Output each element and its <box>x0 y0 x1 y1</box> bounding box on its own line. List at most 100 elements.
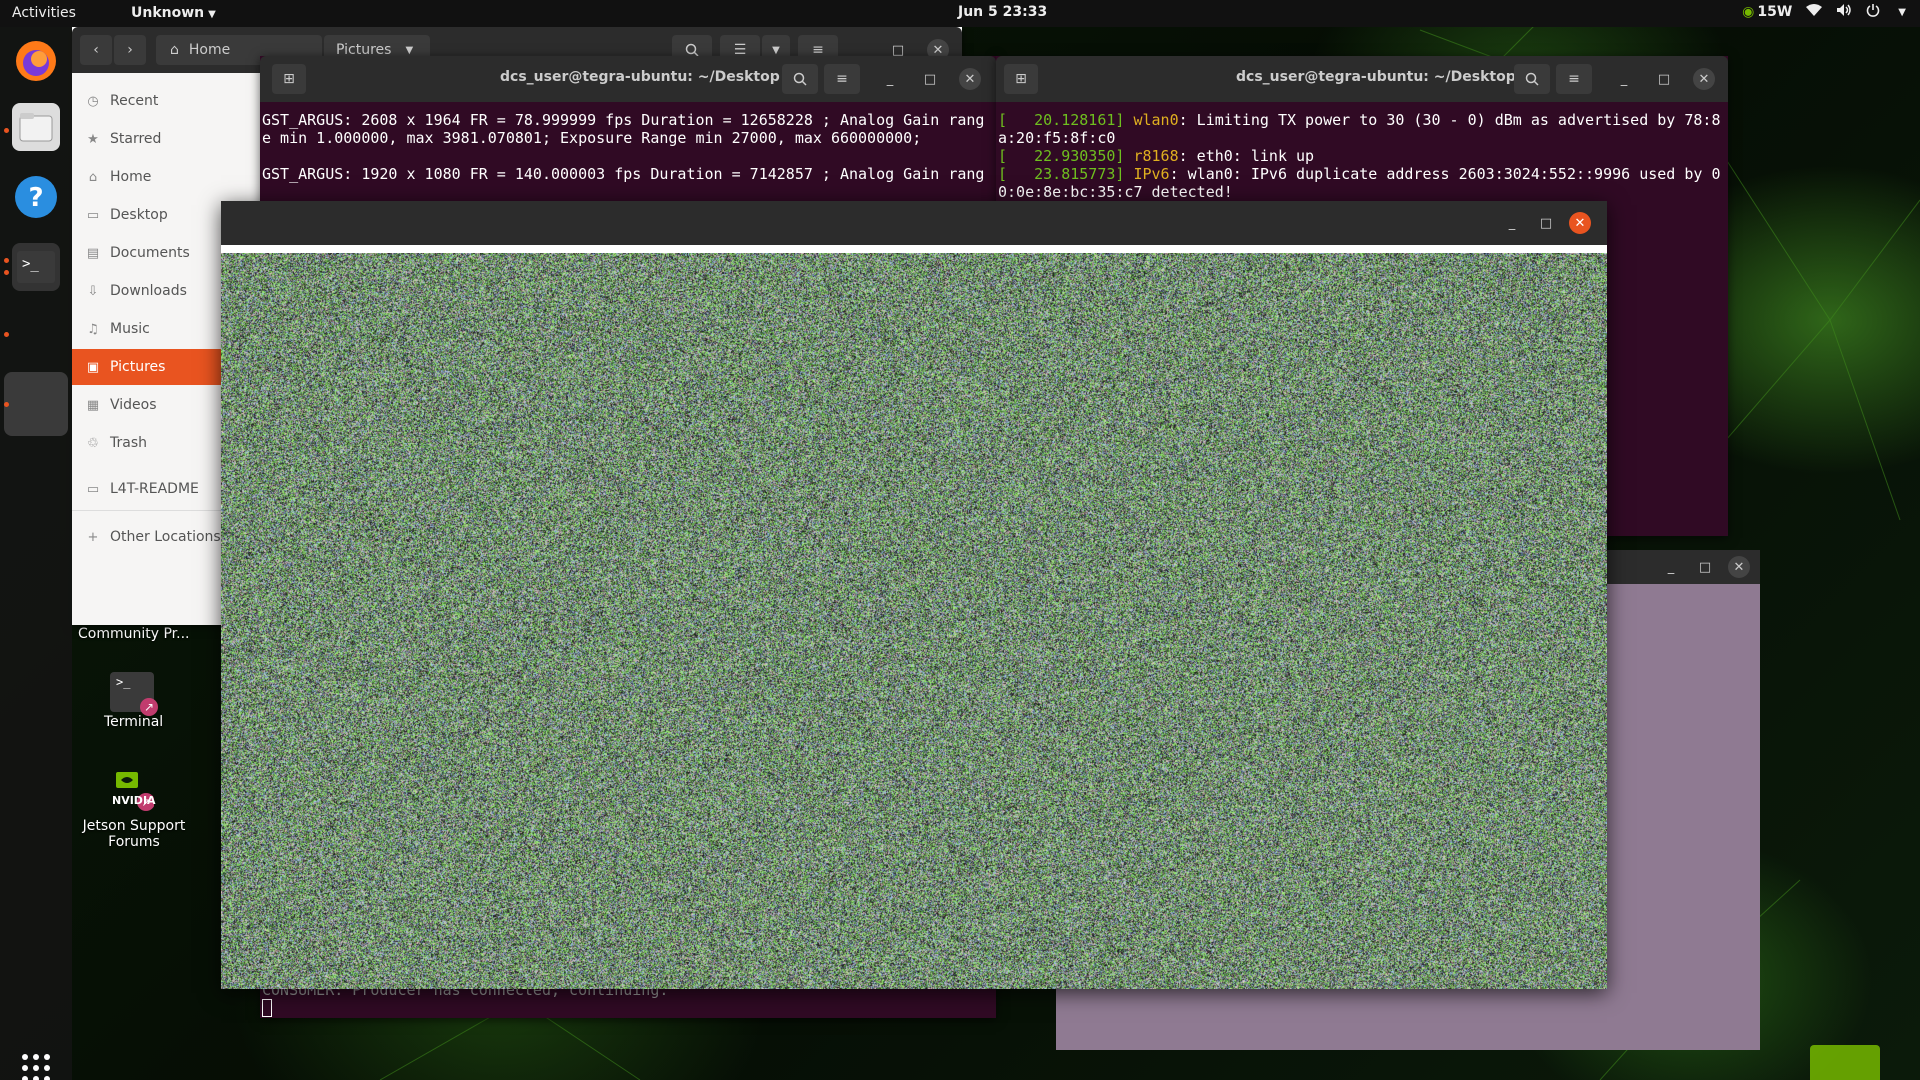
maximize-button[interactable]: □ <box>1653 68 1675 90</box>
terminal-launcher[interactable]: >_ <box>12 243 60 291</box>
new-tab-icon: ⊞ <box>1015 71 1027 87</box>
terminal-line: [ 22.930350] r8168: eth0: link up <box>998 147 1720 165</box>
trash-icon: ♲ <box>86 436 100 451</box>
hamburger-icon: ≡ <box>836 71 848 87</box>
terminal-line: GST_ARGUS: 2608 x 1964 FR = 78.999999 fp… <box>262 111 984 129</box>
back-button[interactable]: ‹ <box>80 35 112 65</box>
running-indicator <box>4 258 9 263</box>
search-button[interactable] <box>782 64 818 94</box>
jetson-label-line1: Jetson Support <box>78 818 190 834</box>
path-home-button[interactable]: Home <box>189 42 230 58</box>
chevron-down-icon: ▼ <box>208 9 216 20</box>
search-button[interactable] <box>1514 64 1550 94</box>
power-indicator[interactable]: ◉ 15W <box>1742 4 1792 20</box>
maximize-button[interactable]: □ <box>1694 556 1716 578</box>
home-icon: ⌂ <box>86 170 100 185</box>
active-app-launcher[interactable] <box>4 372 68 436</box>
log-device: wlan0 <box>1133 111 1178 129</box>
sidebar-item-label: L4T-README <box>110 481 199 497</box>
dock: ? >_ <box>0 27 72 1080</box>
log-timestamp: [ 22.930350] <box>998 147 1133 165</box>
forward-button[interactable]: › <box>114 35 146 65</box>
firefox-launcher[interactable] <box>12 37 60 85</box>
terminal-line: 0:0e:8e:bc:35:c7 detected! <box>998 183 1720 201</box>
terminal-desktop-icon[interactable]: >_ ↗ <box>110 672 154 712</box>
close-button[interactable]: ✕ <box>959 68 981 90</box>
jetson-desktop-label[interactable]: Jetson Support Forums <box>78 818 190 850</box>
community-desktop-icon-label[interactable]: Community Pr... <box>78 626 190 642</box>
power-icon[interactable] <box>1866 3 1880 21</box>
chevron-down-icon[interactable]: ▼ <box>1898 7 1906 18</box>
maximize-button[interactable]: □ <box>1535 212 1557 234</box>
menu-button[interactable]: ≡ <box>1556 64 1592 94</box>
sidebar-item-label: Home <box>110 169 151 185</box>
terminal-icon: >_ <box>17 251 55 283</box>
terminal-headerbar: ⊞ dcs_user@tegra-ubuntu: ~/Desktop ≡ _ □… <box>260 56 996 102</box>
power-label: 15W <box>1757 4 1792 20</box>
log-message: : Limiting TX power to 30 (30 - 0) dBm a… <box>1179 111 1721 129</box>
terminal-desktop-label[interactable]: Terminal <box>104 714 163 730</box>
plus-icon: + <box>86 530 100 545</box>
clock[interactable]: Jun 5 23:33 <box>958 4 1047 20</box>
app-menu[interactable]: Unknown ▼ <box>131 5 216 21</box>
sidebar-item-label: Recent <box>110 93 158 109</box>
folder-icon <box>19 112 53 142</box>
terminal-line: a:20:f5:8f:c0 <box>998 129 1720 147</box>
minimize-button[interactable]: _ <box>1660 556 1682 578</box>
sidebar-item-label: Starred <box>110 131 161 147</box>
files-launcher[interactable] <box>12 103 60 151</box>
log-message: : wlan0: IPv6 duplicate address 2603:302… <box>1170 165 1721 183</box>
minimize-button[interactable]: _ <box>1501 212 1523 234</box>
terminal-line: GST_ARGUS: 1920 x 1080 FR = 140.000003 f… <box>262 165 984 183</box>
download-icon: ⇩ <box>86 284 100 299</box>
log-device: IPv6 <box>1133 165 1169 183</box>
terminal-prompt-icon: >_ <box>116 675 130 689</box>
close-button[interactable]: ✕ <box>1693 68 1715 90</box>
running-indicator <box>4 332 9 337</box>
close-button[interactable]: ✕ <box>1569 212 1591 234</box>
new-tab-button[interactable]: ⊞ <box>272 64 306 94</box>
help-launcher[interactable]: ? <box>12 173 60 221</box>
nvidia-desktop-icon[interactable]: ↗ NVIDIA <box>110 770 154 814</box>
minimize-button[interactable]: _ <box>879 68 901 90</box>
close-button[interactable]: ✕ <box>1728 556 1750 578</box>
wifi-icon[interactable] <box>1806 3 1822 21</box>
volume-icon[interactable] <box>1836 3 1852 21</box>
firefox-icon <box>14 39 58 83</box>
system-tray[interactable]: ◉ 15W ▼ <box>1742 3 1906 21</box>
activities-button[interactable]: Activities <box>12 5 76 21</box>
minimize-button[interactable]: _ <box>1613 68 1635 90</box>
terminal-output[interactable]: GST_ARGUS: 2608 x 1964 FR = 78.999999 fp… <box>262 111 984 183</box>
sidebar-item-label: Other Locations <box>110 529 221 545</box>
sidebar-item-starred[interactable]: ★ Starred <box>72 121 260 157</box>
jetson-label-line2: Forums <box>78 834 190 850</box>
new-tab-icon: ⊞ <box>283 71 295 87</box>
search-icon <box>685 43 699 57</box>
app-grid-icon <box>20 1052 52 1080</box>
log-timestamp: [ 23.815773] <box>998 165 1133 183</box>
menu-button[interactable]: ≡ <box>824 64 860 94</box>
sidebar-item-recent[interactable]: ◷ Recent <box>72 83 260 119</box>
nvidia-logo-icon: ↗ <box>110 770 154 814</box>
show-apps-button[interactable] <box>12 1044 60 1080</box>
help-icon: ? <box>14 175 58 219</box>
search-icon <box>793 72 807 86</box>
terminal-title: dcs_user@tegra-ubuntu: ~/Desktop <box>500 69 780 85</box>
maximize-button[interactable]: □ <box>919 68 941 90</box>
video-icon: ▦ <box>86 398 100 413</box>
search-icon <box>1525 72 1539 86</box>
log-message: 0:0e:8e:bc:35:c7 detected! <box>998 183 1233 201</box>
video-preview-window: _ □ ✕ <box>221 201 1607 989</box>
home-icon: ⌂ <box>170 42 179 58</box>
sidebar-item-label: Downloads <box>110 283 187 299</box>
desktop-icon: ▭ <box>86 208 100 223</box>
terminal-line <box>262 147 984 165</box>
new-tab-button[interactable]: ⊞ <box>1004 64 1038 94</box>
log-device: r8168 <box>1133 147 1178 165</box>
sidebar-item-label: Pictures <box>110 359 165 375</box>
sidebar-item-home[interactable]: ⌂ Home <box>72 159 260 195</box>
terminal-title: dcs_user@tegra-ubuntu: ~/Desktop <box>1236 69 1516 85</box>
running-indicator <box>4 270 9 275</box>
terminal-output[interactable]: [ 20.128161] wlan0: Limiting TX power to… <box>998 111 1720 201</box>
top-bar: Activities Unknown ▼ Jun 5 23:33 ◉ 15W ▼ <box>0 0 1920 27</box>
